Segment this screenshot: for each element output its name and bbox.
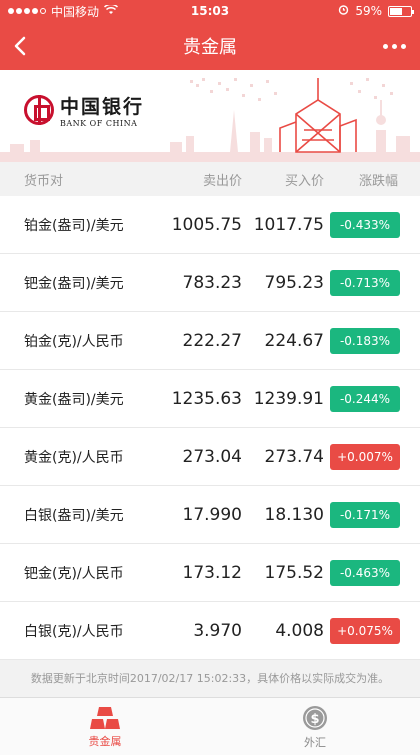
table-row[interactable]: 黄金(盎司)/美元 1235.63 1239.91 -0.244% xyxy=(0,370,420,428)
change-badge: -0.463% xyxy=(330,559,400,586)
bank-of-china-emblem-icon xyxy=(24,95,54,125)
sell-price: 17.990 xyxy=(182,504,242,525)
sell-price: 783.23 xyxy=(182,272,242,293)
pair-name: 黄金(克)/人民币 xyxy=(24,449,124,466)
buy-price: 273.74 xyxy=(264,446,324,467)
status-bar: 中国移动 15:03 59% xyxy=(0,0,420,22)
table-row[interactable]: 白银(盎司)/美元 17.990 18.130 -0.171% xyxy=(0,486,420,544)
change-badge: +0.075% xyxy=(330,617,400,644)
buy-price: 795.23 xyxy=(264,272,324,293)
update-note: 数据更新于北京时间2017/02/17 15:02:33，具体价格以实际成交为准… xyxy=(0,660,420,697)
nav-bar: 贵金属 xyxy=(0,22,420,70)
back-button[interactable] xyxy=(0,22,40,70)
page-title: 贵金属 xyxy=(183,37,237,58)
pair-name: 黄金(盎司)/美元 xyxy=(24,391,124,408)
buy-price: 1017.75 xyxy=(253,214,324,235)
battery-percent: 59% xyxy=(355,4,382,18)
sell-price: 1235.63 xyxy=(171,388,242,409)
tab-precious-metals[interactable]: 贵金属 xyxy=(0,698,210,755)
tab-precious-metals-label: 贵金属 xyxy=(88,734,122,748)
bank-banner: 中国银行 BANK OF CHINA xyxy=(0,70,420,162)
pair-name: 铂金(克)/人民币 xyxy=(24,333,124,350)
chevron-left-icon xyxy=(14,36,26,56)
carrier-label: 中国移动 xyxy=(51,4,100,19)
sell-price: 222.27 xyxy=(182,330,242,351)
sell-price: 173.12 xyxy=(182,562,242,583)
table-row[interactable]: 钯金(盎司)/美元 783.23 795.23 -0.713% xyxy=(0,254,420,312)
change-badge: -0.244% xyxy=(330,385,400,412)
battery-icon xyxy=(388,5,414,17)
sell-price: 3.970 xyxy=(193,620,242,641)
pair-name: 白银(盎司)/美元 xyxy=(24,507,124,524)
change-badge: -0.433% xyxy=(330,211,400,238)
table-row[interactable]: 铂金(克)/人民币 222.27 224.67 -0.183% xyxy=(0,312,420,370)
change-badge: -0.183% xyxy=(330,327,400,354)
change-badge: -0.171% xyxy=(330,501,400,528)
tab-bar: 贵金属 $ 外汇 xyxy=(0,697,420,755)
bank-name-cn: 中国银行 xyxy=(60,96,145,118)
tab-forex[interactable]: $ 外汇 xyxy=(210,698,420,755)
buy-price: 18.130 xyxy=(264,504,324,525)
alarm-icon xyxy=(338,4,349,18)
table-row[interactable]: 黄金(克)/人民币 273.04 273.74 +0.007% xyxy=(0,428,420,486)
pair-name: 白银(克)/人民币 xyxy=(24,623,124,640)
pair-name: 钯金(盎司)/美元 xyxy=(24,275,124,292)
buy-price: 224.67 xyxy=(264,330,324,351)
table-row[interactable]: 白银(克)/人民币 3.970 4.008 +0.075% xyxy=(0,602,420,660)
table-header: 货币对 卖出价 买入价 涨跌幅 xyxy=(0,162,420,196)
pair-name: 钯金(克)/人民币 xyxy=(24,565,124,582)
header-buy: 买入价 xyxy=(284,173,324,189)
table-row[interactable]: 铂金(盎司)/美元 1005.75 1017.75 -0.433% xyxy=(0,196,420,254)
bank-name-en: BANK OF CHINA xyxy=(60,119,138,128)
svg-text:$: $ xyxy=(310,712,319,727)
more-dots-icon xyxy=(382,43,406,49)
pair-name: 铂金(盎司)/美元 xyxy=(24,217,124,234)
header-sell: 卖出价 xyxy=(202,173,242,189)
price-table: 铂金(盎司)/美元 1005.75 1017.75 -0.433% 钯金(盎司)/美元 7… xyxy=(0,196,420,660)
signal-icon xyxy=(8,8,46,14)
change-badge: -0.713% xyxy=(330,269,400,296)
currency-coin-icon: $ xyxy=(303,705,327,730)
table-row[interactable]: 钯金(克)/人民币 173.12 175.52 -0.463% xyxy=(0,544,420,602)
buy-price: 4.008 xyxy=(275,620,324,641)
buy-price: 175.52 xyxy=(264,562,324,583)
buy-price: 1239.91 xyxy=(253,388,324,409)
header-change: 涨跌幅 xyxy=(358,173,398,189)
tab-forex-label: 外汇 xyxy=(304,735,326,749)
bank-logo: 中国银行 BANK OF CHINA xyxy=(24,92,144,128)
change-badge: +0.007% xyxy=(330,443,400,470)
sell-price: 1005.75 xyxy=(171,214,242,235)
sell-price: 273.04 xyxy=(182,446,242,467)
gold-bars-icon xyxy=(90,706,120,729)
more-button[interactable] xyxy=(368,22,420,70)
header-pair: 货币对 xyxy=(24,173,64,189)
wifi-icon xyxy=(104,3,119,18)
